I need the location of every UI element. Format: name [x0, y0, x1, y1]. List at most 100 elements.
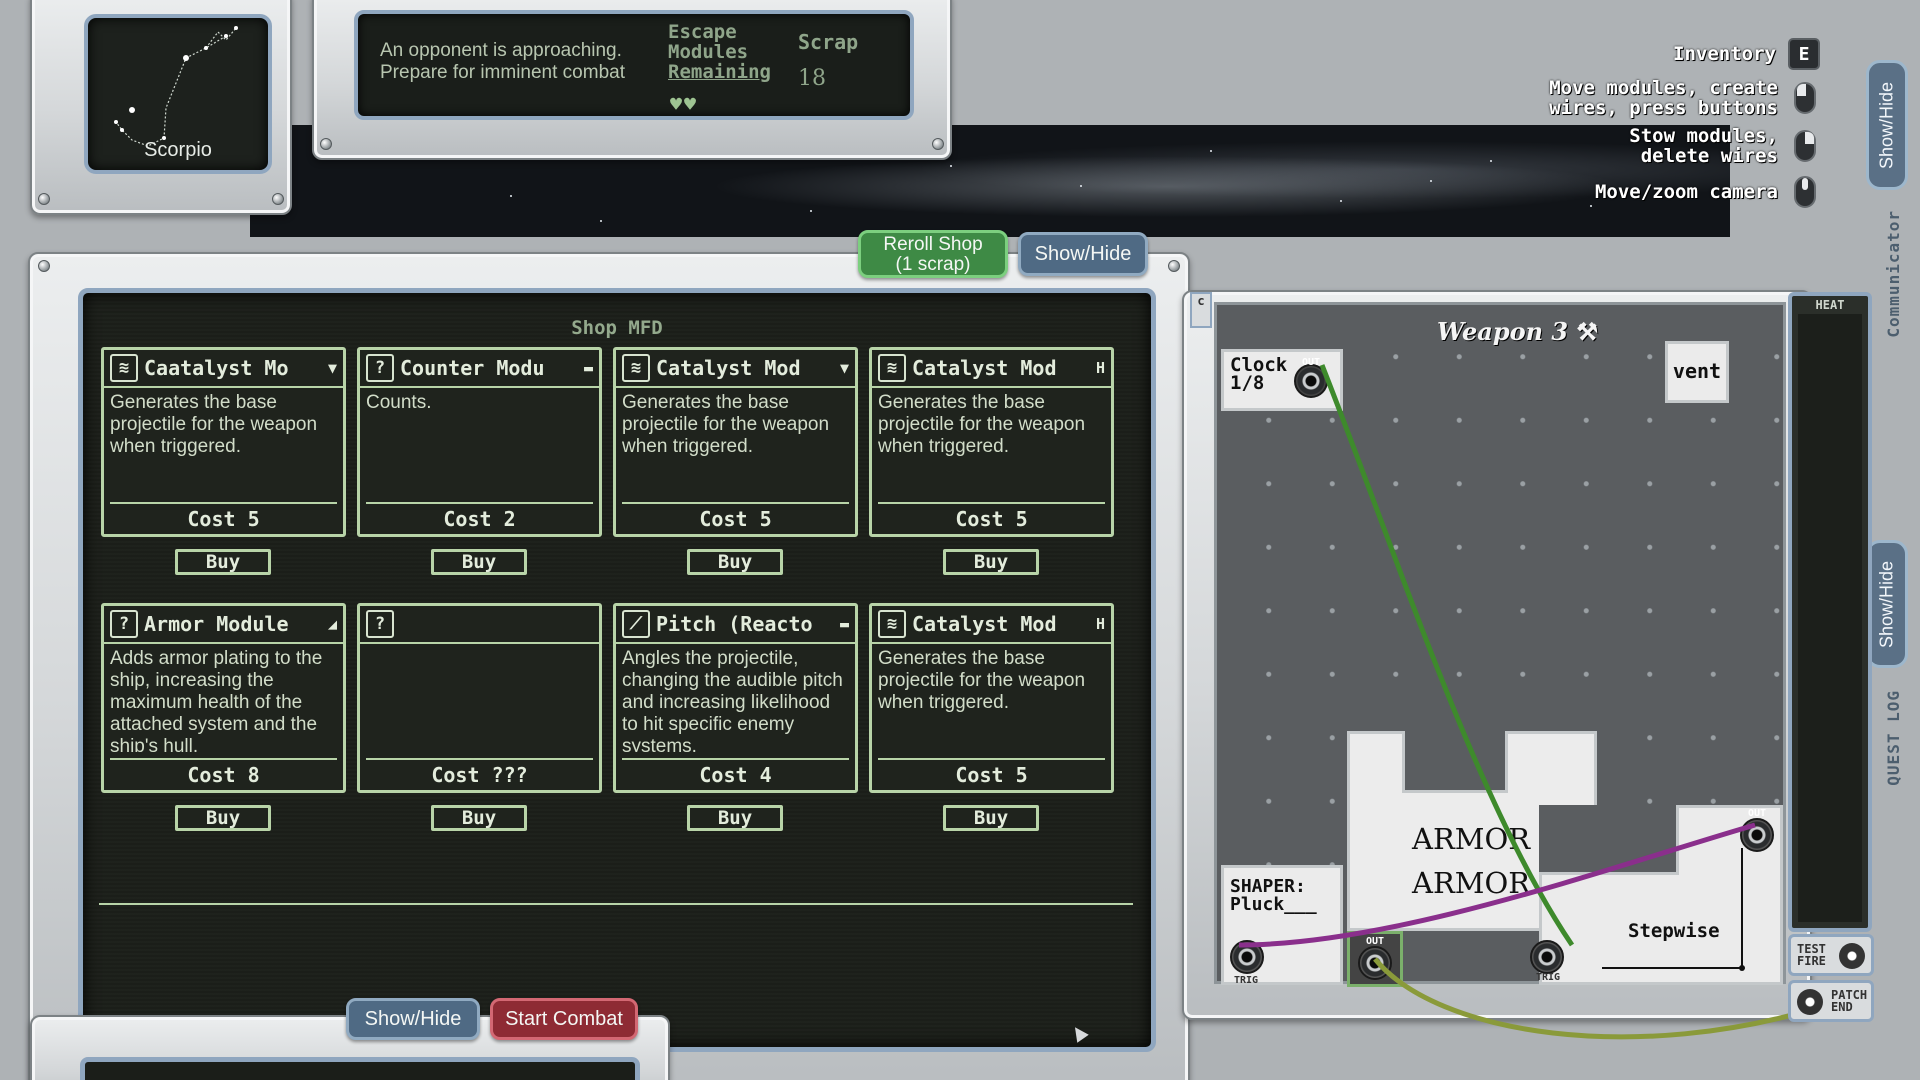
waveform-icon: ≋ [878, 610, 906, 638]
status-panel: An opponent is approaching. Prepare for … [312, 0, 952, 160]
shop-card-tag-icon: H [1095, 615, 1105, 633]
shop-card-title: Catalyst Mod [656, 356, 801, 380]
help-text: Move/zoom camera [1594, 181, 1778, 203]
question-icon: ? [366, 354, 394, 382]
show-hide-help-tab[interactable]: Show/Hide [1866, 60, 1908, 190]
patch-end-button[interactable]: PATCH END [1788, 980, 1874, 1022]
escape-modules-label: Escape Modules Remaining [668, 22, 771, 82]
controls-help: Inventory E Move modules, create wires, … [1360, 38, 1820, 218]
star [1080, 185, 1082, 187]
shop-card: ? Cost ??? [357, 603, 602, 793]
test-fire-line: FIRE [1797, 954, 1826, 968]
wire-shaper-to-stepwise[interactable] [1238, 822, 1756, 948]
escape-hearts-icon: ♥♥ [670, 92, 699, 116]
shop-card-header: ? [360, 606, 599, 644]
shop-card-tag-icon: ▬ [583, 359, 593, 377]
mouse-right-click-icon [1790, 128, 1820, 164]
mouse-middle-click-icon [1790, 174, 1820, 210]
patch-end-jack[interactable] [1797, 989, 1823, 1015]
shop-card-tag-icon: H [1095, 359, 1105, 377]
buy-button[interactable]: Buy [943, 805, 1039, 831]
shop-card-description [360, 644, 599, 752]
reroll-cost-label: (1 scrap) [895, 254, 971, 275]
shop-title: Shop MFD [571, 317, 663, 339]
shop-card-description: Generates the base projectile for the we… [110, 392, 318, 457]
waveform-icon: ≋ [622, 354, 650, 382]
keyboard-key-icon: E [1788, 38, 1820, 70]
weapon-frame: Weapon 3 ⚒ Clock 1/8 OUT vent ARMOR ARMO… [1182, 290, 1828, 1040]
shop-card-header: ≋ Caatalyst Mo ▼ [104, 350, 343, 388]
shop-card-cost: Cost 8 [110, 758, 337, 790]
reroll-label: Reroll Shop [883, 234, 983, 255]
shop-card-description: Generates the base projectile for the we… [622, 392, 830, 457]
heat-panel: HEAT [1788, 292, 1872, 932]
screw [932, 138, 944, 150]
mouse-left-click-icon [1790, 80, 1820, 116]
wire-clock-to-stepwise[interactable] [1319, 364, 1575, 947]
start-combat-button[interactable]: Start Combat [490, 998, 638, 1040]
question-icon: ? [110, 610, 138, 638]
scrap-value: 18 [798, 66, 826, 91]
shop-card-title: Counter Modu [400, 356, 545, 380]
shop-card-cost: Cost 5 [110, 502, 337, 534]
shop-card: ≋ Catalyst Mod H Generates the base project… [869, 603, 1114, 793]
waveform-icon: ≋ [110, 354, 138, 382]
shop-card: ⟋ Pitch (Reacto ▬ Angles the projectile, ch… [613, 603, 858, 793]
scrap-label: Scrap [798, 30, 859, 54]
shop-card: ? Armor Module ◢ Adds armor plating to the … [101, 603, 346, 793]
shop-card-cost: Cost 5 [622, 502, 849, 534]
star [1210, 150, 1212, 152]
bottom-screen [80, 1057, 640, 1080]
power-icon [1839, 943, 1865, 969]
shop-card-header: ⟋ Pitch (Reacto ▬ [616, 606, 855, 644]
screw [38, 193, 50, 205]
shop-card-title: Catalyst Mod [912, 356, 1057, 380]
buy-button[interactable]: Buy [431, 549, 527, 575]
shop-card-title: Catalyst Mod [912, 612, 1057, 636]
star [510, 195, 512, 197]
escape-label-line: Modules [668, 41, 749, 63]
shop-card-title: Pitch (Reacto [656, 612, 813, 636]
buy-button[interactable]: Buy [175, 549, 271, 575]
help-row-inventory: Inventory E [1360, 38, 1820, 70]
shop-screen: Shop MFD ≋ Caatalyst Mo ▼ Generates the bas… [78, 288, 1156, 1052]
shop-card-title: Armor Module [144, 612, 289, 636]
shop-card: ≋ Caatalyst Mo ▼ Generates the base project… [101, 347, 346, 537]
bottom-show-hide-button[interactable]: Show/Hide [346, 998, 480, 1040]
shop-card-cost: Cost 5 [878, 502, 1105, 534]
shop-card-description: Adds armor plating to the ship, increasi… [110, 648, 323, 752]
shop-show-hide-button[interactable]: Show/Hide [1018, 232, 1148, 276]
shop-card-cost: Cost ??? [366, 758, 593, 790]
status-screen: An opponent is approaching. Prepare for … [354, 10, 914, 120]
buy-button[interactable]: Buy [943, 549, 1039, 575]
shop-card-tag-icon: ▼ [327, 359, 337, 377]
shop-card-description: Counts. [366, 392, 432, 413]
constellation-name: Scorpio [144, 139, 212, 161]
buy-button[interactable]: Buy [687, 805, 783, 831]
buy-button[interactable]: Buy [687, 549, 783, 575]
test-fire-button[interactable]: TEST FIRE [1788, 934, 1874, 976]
star [810, 210, 812, 212]
shop-card-title: Caatalyst Mo [144, 356, 289, 380]
constellation-panel: Scorpio [30, 0, 292, 215]
waveform-icon: ≋ [878, 354, 906, 382]
shop-card-description: Generates the base projectile for the we… [878, 392, 1086, 457]
escape-label-line: Remaining [668, 61, 771, 83]
help-text: Stow modules, delete wires [1629, 125, 1778, 167]
shop-card: ≋ Catalyst Mod ▼ Generates the base project… [613, 347, 858, 537]
status-message: An opponent is approaching. Prepare for … [380, 40, 625, 83]
reroll-shop-button[interactable]: Reroll Shop (1 scrap) [858, 230, 1008, 278]
help-text: Inventory [1673, 43, 1776, 65]
constellation-map-icon [114, 26, 238, 147]
constellation-screen: Scorpio [84, 14, 272, 174]
shop-card-header: ≋ Catalyst Mod H [872, 350, 1111, 388]
buy-button[interactable]: Buy [175, 805, 271, 831]
weapon-board: Weapon 3 ⚒ Clock 1/8 OUT vent ARMOR ARMO… [1214, 302, 1828, 1040]
shop-card-tag-icon: ◢ [327, 615, 337, 633]
cut-tab[interactable]: c [1190, 292, 1212, 328]
shop-card-cost: Cost 4 [622, 758, 849, 790]
patch-end-label: PATCH END [1831, 989, 1867, 1013]
wire-armor-to-patch-end[interactable] [1373, 957, 1828, 1040]
shop-card-header: ? Armor Module ◢ [104, 606, 343, 644]
buy-button[interactable]: Buy [431, 805, 527, 831]
